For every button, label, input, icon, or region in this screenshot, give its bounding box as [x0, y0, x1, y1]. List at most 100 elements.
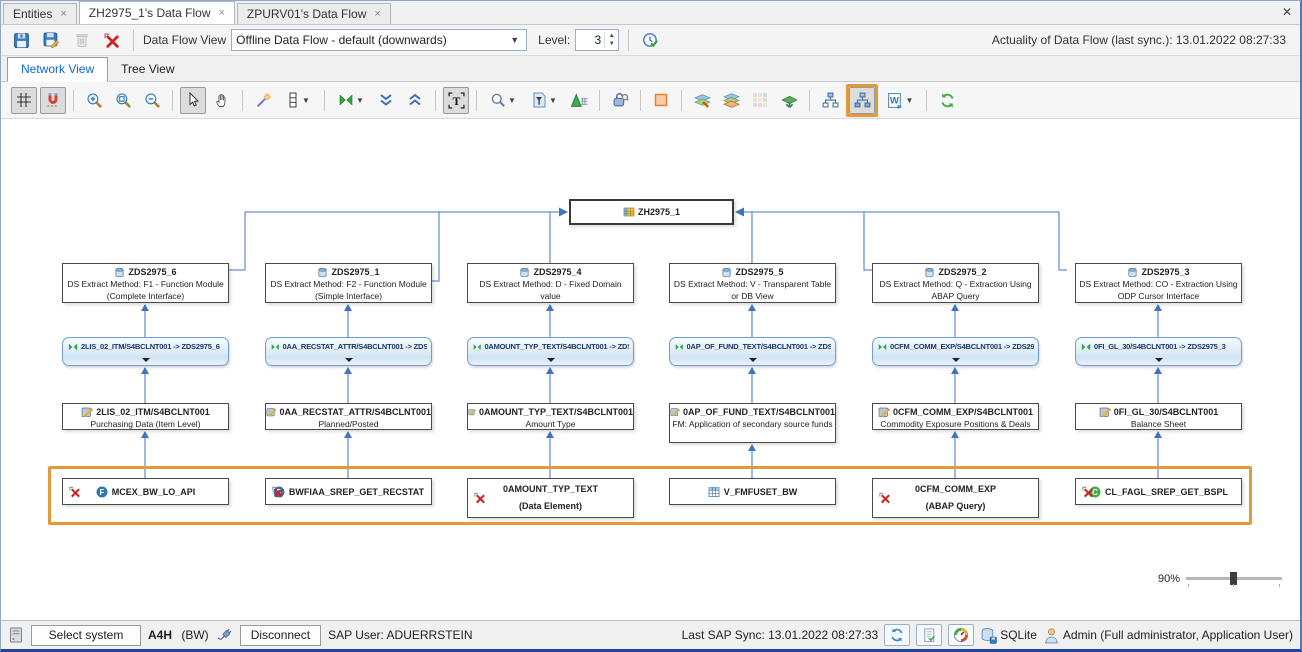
- transformation-bar[interactable]: 0AP_OF_FUND_TEXT/S4BCLNT001 -> ZDS2975_5: [669, 337, 836, 366]
- select-tool-button[interactable]: [180, 87, 206, 114]
- tab-tree-view[interactable]: Tree View: [108, 58, 187, 81]
- disconnect-button[interactable]: Disconnect: [240, 625, 321, 646]
- dropdown-arrow-icon[interactable]: ▼: [356, 96, 364, 105]
- tab-close-icon[interactable]: ×: [60, 8, 66, 20]
- expand-all-button[interactable]: [402, 87, 428, 114]
- transformation-bar[interactable]: 0FI_GL_30/S4BCLNT001 -> ZDS2975_3: [1075, 337, 1242, 366]
- tab-close-icon[interactable]: ×: [218, 7, 224, 19]
- transformation-bar[interactable]: 0AMOUNT_TYP_TEXT/S4BCLNT001 -> ZDS2975_4: [467, 337, 634, 366]
- source-subtitle: (Data Element): [519, 500, 582, 513]
- toolbar-separator: [640, 90, 641, 111]
- refresh-button[interactable]: [934, 87, 960, 114]
- source-node[interactable]: FMCEX_BW_LO_API: [62, 478, 229, 505]
- edit-layers-button[interactable]: [689, 87, 715, 114]
- select-system-button[interactable]: Select system: [31, 625, 141, 646]
- layers-icon: [723, 92, 740, 109]
- delete-button[interactable]: [69, 28, 94, 53]
- extract-node[interactable]: ZDS2975_2DS Extract Method: Q - Extracti…: [872, 263, 1039, 303]
- collapse-caret-icon[interactable]: [345, 358, 353, 362]
- delete-data-flow-button[interactable]: [99, 28, 124, 53]
- sync-report-button[interactable]: [916, 624, 942, 646]
- layout-style-button[interactable]: ▼: [279, 87, 317, 114]
- collapse-caret-icon[interactable]: [142, 358, 150, 362]
- root-node-zh2975-1[interactable]: ZH2975_1: [569, 199, 734, 225]
- level-stepper[interactable]: 3 ▲▼: [575, 29, 619, 51]
- search-button[interactable]: ▼: [484, 87, 522, 114]
- combo-dropdown-icon[interactable]: ▼: [507, 31, 522, 49]
- collapse-all-button[interactable]: [373, 87, 399, 114]
- highlight-frame-button[interactable]: [648, 87, 674, 114]
- zoom-tick: [1279, 584, 1280, 587]
- transformation-bar[interactable]: 0AA_RECSTAT_ATTR/S4BCLNT001 -> ZDS2975_1: [265, 337, 432, 366]
- extract-node[interactable]: ZDS2975_6DS Extract Method: F1 - Functio…: [62, 263, 229, 303]
- show-text-button[interactable]: T: [443, 87, 469, 114]
- collapse-caret-icon[interactable]: [749, 358, 757, 362]
- zoom-tick: [1233, 584, 1234, 587]
- performance-gauge-button[interactable]: [948, 624, 974, 646]
- data-flow-view-select[interactable]: Offline Data Flow - default (downwards) …: [231, 29, 527, 51]
- tree-layout-up-button[interactable]: [817, 87, 843, 114]
- layers-button[interactable]: [718, 87, 744, 114]
- tab-close-icon[interactable]: ×: [374, 8, 380, 20]
- zoom-fit-button[interactable]: [110, 87, 136, 114]
- tab-network-view[interactable]: Network View: [7, 57, 108, 82]
- stepper-down-icon[interactable]: ▼: [609, 40, 615, 48]
- extract-node-desc: DS Extract Method: F1 - Function Module …: [63, 278, 228, 302]
- dropdown-arrow-icon[interactable]: ▼: [302, 96, 310, 105]
- datasource-node[interactable]: 0AMOUNT_TYP_TEXT/S4BCLNT001Amount Type: [467, 403, 634, 430]
- stepper-arrows[interactable]: ▲▼: [604, 32, 618, 48]
- extract-node[interactable]: ZDS2975_1DS Extract Method: F2 - Functio…: [265, 263, 432, 303]
- pan-tool-button[interactable]: [209, 87, 235, 114]
- collapse-caret-icon[interactable]: [1155, 358, 1163, 362]
- datasource-cylinder-icon: [519, 267, 530, 278]
- source-node[interactable]: FBWFIAA_SREP_GET_RECSTAT: [265, 478, 432, 505]
- auto-layout-button[interactable]: [250, 87, 276, 114]
- transformation-bar[interactable]: 0CFM_COMM_EXP/S4BCLNT001 -> ZDS2975_2: [872, 337, 1039, 366]
- transformation-display-button[interactable]: ▼: [332, 87, 370, 114]
- source-node[interactable]: 0CFM_COMM_EXP(ABAP Query): [872, 478, 1039, 518]
- transformation-bowtie-icon: [878, 342, 887, 352]
- export-word-button[interactable]: W▼: [881, 87, 919, 114]
- datasource-node[interactable]: 0AP_OF_FUND_TEXT/S4BCLNT001FM: Applicati…: [669, 403, 836, 443]
- export-layer-button[interactable]: [776, 87, 802, 114]
- datasource-node[interactable]: 0CFM_COMM_EXP/S4BCLNT001Commodity Exposu…: [872, 403, 1039, 430]
- snap-to-grid-button[interactable]: [40, 87, 66, 114]
- dropdown-arrow-icon[interactable]: ▼: [508, 96, 516, 105]
- tab-entities[interactable]: Entities ×: [3, 3, 77, 24]
- datasource-node[interactable]: 0AA_RECSTAT_ATTR/S4BCLNT001Planned/Poste…: [265, 403, 432, 430]
- save-button[interactable]: [9, 28, 34, 53]
- datasource-node[interactable]: 2LIS_02_ITM/S4BCLNT001Purchasing Data (I…: [62, 403, 229, 430]
- source-node[interactable]: V_FMFUSET_BW: [669, 478, 836, 505]
- extract-node[interactable]: ZDS2975_5DS Extract Method: V - Transpar…: [669, 263, 836, 303]
- dropdown-arrow-icon[interactable]: ▼: [906, 96, 914, 105]
- tab-zh2975-data-flow[interactable]: ZH2975_1's Data Flow ×: [79, 1, 235, 24]
- dropdown-arrow-icon[interactable]: ▼: [549, 96, 557, 105]
- tree-layout-down-button[interactable]: [849, 87, 875, 114]
- grid-toggle-button[interactable]: [11, 87, 37, 114]
- extract-node[interactable]: ZDS2975_4DS Extract Method: D - Fixed Do…: [467, 263, 634, 303]
- stepper-up-icon[interactable]: ▲: [609, 32, 615, 40]
- datasource-icon: [468, 406, 476, 418]
- zoom-slider[interactable]: [1186, 571, 1282, 587]
- tab-zpurv01-data-flow[interactable]: ZPURV01's Data Flow ×: [237, 3, 391, 24]
- zoom-in-button[interactable]: [81, 87, 107, 114]
- source-node[interactable]: 0AMOUNT_TYP_TEXT(Data Element): [467, 478, 634, 518]
- window-close-icon[interactable]: ✕: [1282, 5, 1292, 19]
- transformation-bar[interactable]: 2LIS_02_ITM/S4BCLNT001 -> ZDS2975_6: [62, 337, 229, 366]
- collapse-caret-icon[interactable]: [547, 358, 555, 362]
- source-name: V_FMFUSET_BW: [724, 487, 798, 497]
- authorizations-button[interactable]: [607, 87, 633, 114]
- filter-button[interactable]: ▼: [525, 87, 563, 114]
- network-diagram-canvas[interactable]: ZH2975_1 ZDS2975_6DS Extract Method: F1 …: [1, 119, 1300, 620]
- not-found-icon: [1081, 485, 1094, 498]
- color-matrix-button[interactable]: [747, 87, 773, 114]
- extract-node[interactable]: ZDS2975_3DS Extract Method: CO - Extract…: [1075, 263, 1242, 303]
- collapse-caret-icon[interactable]: [952, 358, 960, 362]
- datasource-node[interactable]: 0FI_GL_30/S4BCLNT001Balance Sheet: [1075, 403, 1242, 430]
- actuality-check-button[interactable]: [638, 28, 663, 53]
- save-as-button[interactable]: [39, 28, 64, 53]
- zoom-out-button[interactable]: [139, 87, 165, 114]
- source-node[interactable]: CCL_FAGL_SREP_GET_BSPL: [1075, 478, 1242, 505]
- sync-button[interactable]: [884, 624, 910, 646]
- hierarchy-analysis-button[interactable]: [566, 87, 592, 114]
